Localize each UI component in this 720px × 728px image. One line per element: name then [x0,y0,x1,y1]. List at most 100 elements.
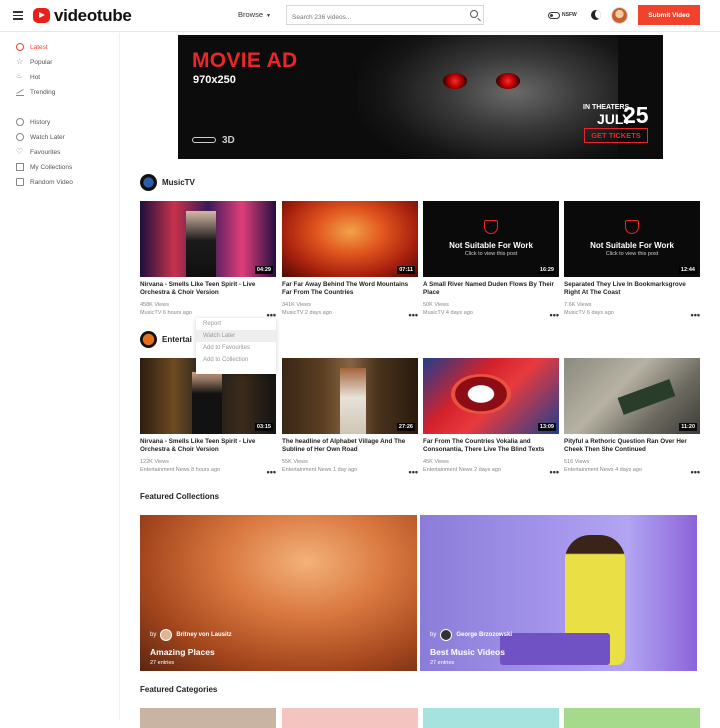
video-thumbnail[interactable]: 07:11 [282,201,418,277]
video-title[interactable]: Nirvana - Smells Like Teen Spirit - Live… [140,281,276,297]
video-channel[interactable]: Entertainment News [423,467,473,473]
more-options-icon[interactable]: ••• [409,468,418,477]
video-views: 458K Views [140,302,169,308]
section-header[interactable]: MusicTV [140,174,195,191]
video-meta: 50K Views MusicTV 4 days ago [423,301,559,317]
collection-card[interactable]: by Britney von Lausitz Amazing Places 27 … [140,515,417,671]
video-title[interactable]: Pityful a Rethoric Question Ran Over Her… [564,438,700,454]
more-options-icon[interactable]: ••• [550,468,559,477]
search-input[interactable] [287,8,462,27]
video-thumbnail[interactable]: 27:26 [282,358,418,434]
collection-title[interactable]: Amazing Places [150,647,215,657]
sidebar-item-popular[interactable]: ☆ Popular [16,56,52,68]
collection-title[interactable]: Best Music Videos [430,647,505,657]
search-icon[interactable] [470,10,478,18]
video-title[interactable]: Nirvana - Smells Like Teen Spirit - Live… [140,438,276,454]
video-card[interactable]: 04:29 Nirvana - Smells Like Teen Spirit … [140,201,276,320]
video-title[interactable]: Far From The Countries Vokalia and Conso… [423,438,559,454]
video-card[interactable]: 03:15 Nirvana - Smells Like Teen Spirit … [140,358,276,477]
video-meta: 458K Views MusicTV 6 hours ago [140,301,276,317]
more-options-icon[interactable]: ••• [691,468,700,477]
sidebar-item-my-collections[interactable]: My Collections [16,161,72,173]
video-title[interactable]: A Small River Named Duden Flows By Their… [423,281,559,297]
shield-icon [625,220,639,234]
video-channel[interactable]: MusicTV [140,310,161,316]
collection-user-name[interactable]: Britney von Lausitz [176,632,231,638]
hamburger-menu-icon[interactable] [13,11,23,20]
menu-item-watch-later[interactable]: Watch Later [196,330,276,342]
user-avatar[interactable] [611,7,628,24]
video-title[interactable]: The headline of Alphabet Village And The… [282,438,418,454]
sidebar-item-trending[interactable]: Trending [16,86,55,98]
thumbnail-person [186,211,216,277]
movie-ad-banner[interactable]: MOVIE AD 970x250 3D IN THEATERS JULY 25 … [178,35,663,159]
sidebar-item-hot[interactable]: ♨ Hot [16,71,40,83]
sidebar-item-history[interactable]: History [16,116,50,128]
random-icon [16,178,24,186]
channel-avatar[interactable] [140,174,157,191]
video-thumbnail[interactable]: 11:20 [564,358,700,434]
logo-text[interactable]: videotube [54,6,132,26]
video-meta: 516 Views Entertainment News 4 days ago [564,458,700,474]
video-thumbnail[interactable]: 04:29 [140,201,276,277]
video-views: 516 Views [564,459,590,465]
video-channel[interactable]: MusicTV [423,310,444,316]
sidebar-item-random-video[interactable]: Random Video [16,176,73,188]
video-channel[interactable]: Entertainment News [282,467,332,473]
ad-red-eye [443,73,467,89]
collection-icon [16,163,24,171]
collection-user-name[interactable]: George Brzozowski [456,632,512,638]
video-card[interactable]: 11:20 Pityful a Rethoric Question Ran Ov… [564,358,700,477]
video-card[interactable]: Not Suitable For Work Click to view this… [564,201,700,320]
menu-item-add-to-collection[interactable]: Add to Collection [196,354,276,366]
trending-icon [16,88,24,96]
category-card[interactable] [282,708,418,728]
video-title[interactable]: Far Far Away Behind The Word Mountains F… [282,281,418,297]
menu-item-report[interactable]: Report [196,318,276,330]
dark-mode-moon-icon[interactable] [591,10,601,20]
get-tickets-button[interactable]: GET TICKETS [584,128,648,143]
more-options-icon[interactable]: ••• [691,311,700,320]
collection-user-avatar[interactable] [160,629,173,641]
section-title[interactable]: Entertai [162,335,192,344]
category-card[interactable] [423,708,559,728]
nsfw-thumbnail[interactable]: Not Suitable For Work Click to view this… [564,201,700,277]
browse-dropdown[interactable]: Browse ▼ [238,10,271,19]
section-header[interactable]: Entertai [140,331,192,348]
sidebar-item-latest[interactable]: Latest [16,41,48,53]
more-options-icon[interactable]: ••• [550,311,559,320]
video-channel[interactable]: Entertainment News [140,467,190,473]
collection-by-label: by [430,632,437,638]
logo-play-icon[interactable] [33,8,50,23]
section-title[interactable]: MusicTV [162,178,195,187]
shield-icon [484,220,498,234]
nsfw-thumbnail[interactable]: Not Suitable For Work Click to view this… [423,201,559,277]
video-card[interactable]: 27:26 The headline of Alphabet Village A… [282,358,418,477]
heart-icon: ♡ [16,147,24,156]
sidebar-item-favourites[interactable]: ♡ Favourites [16,146,60,158]
video-card[interactable]: Not Suitable For Work Click to view this… [423,201,559,320]
video-card[interactable]: 07:11 Far Far Away Behind The Word Mount… [282,201,418,320]
video-channel[interactable]: Entertainment News [564,467,614,473]
sidebar-item-watch-later[interactable]: Watch Later [16,131,65,143]
menu-item-add-to-favourites[interactable]: Add to Favourites [196,342,276,354]
collection-by: by George Brzozowski [430,629,512,641]
nsfw-toggle[interactable] [548,12,560,19]
video-meta: 7.6K Views MusicTV 6 days ago [564,301,700,317]
video-thumbnail[interactable]: 13:09 [423,358,559,434]
collection-by-label: by [150,632,157,638]
more-options-icon[interactable]: ••• [409,311,418,320]
category-card[interactable] [564,708,700,728]
video-card[interactable]: 13:09 Far From The Countries Vokalia and… [423,358,559,477]
video-channel[interactable]: MusicTV [564,310,585,316]
collection-card[interactable]: by George Brzozowski Best Music Videos 27… [420,515,697,671]
sidebar-item-label: Watch Later [30,133,65,141]
collection-user-avatar[interactable] [440,629,453,641]
submit-video-button[interactable]: Submit Video [638,5,700,25]
video-channel[interactable]: MusicTV [282,310,303,316]
more-options-icon[interactable]: ••• [267,468,276,477]
category-card[interactable] [140,708,276,728]
video-title[interactable]: Separated They Live In Bookmarksgrove Ri… [564,281,700,297]
channel-avatar[interactable] [140,331,157,348]
history-icon [16,118,24,126]
